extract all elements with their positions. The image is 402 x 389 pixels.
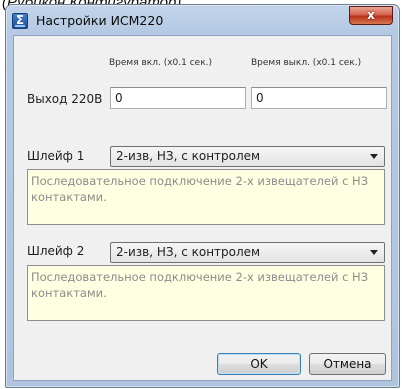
app-logo-icon: Σ	[12, 13, 28, 29]
loop2-select-value: 2-изв, НЗ, с контролем	[116, 245, 261, 259]
off-time-header: Время выкл. (x0.1 сек.)	[251, 58, 362, 68]
loop2-description: Последовательное подключение 2-х извещат…	[27, 265, 385, 321]
title-bar[interactable]: Σ Настройки ИСМ220 x	[6, 5, 399, 35]
loop2-label: Шлейф 2	[27, 244, 85, 258]
loop2-select[interactable]: 2-изв, НЗ, с контролем	[110, 242, 385, 263]
dialog-window: Σ Настройки ИСМ220 x Время вкл. (x0.1 се…	[5, 4, 400, 388]
dialog-body: Время вкл. (x0.1 сек.) Время выкл. (x0.1…	[13, 35, 392, 381]
ok-button[interactable]: OK	[217, 353, 301, 375]
loop1-select-value: 2-изв, НЗ, с контролем	[116, 149, 261, 163]
off-time-input[interactable]: 0	[251, 87, 387, 109]
window-title: Настройки ИСМ220	[36, 13, 164, 28]
on-time-input[interactable]: 0	[110, 87, 246, 109]
close-button[interactable]: x	[349, 6, 393, 25]
loop1-select[interactable]: 2-изв, НЗ, с контролем	[110, 146, 385, 167]
cancel-button[interactable]: Отмена	[309, 353, 386, 375]
loop1-description: Последовательное подключение 2-х извещат…	[27, 169, 385, 225]
loop1-label: Шлейф 1	[27, 149, 85, 163]
chevron-down-icon	[370, 250, 378, 255]
close-icon: x	[367, 8, 375, 22]
chevron-down-icon	[370, 154, 378, 159]
output-label: Выход 220В	[27, 92, 103, 106]
on-time-header: Время вкл. (x0.1 сек.)	[109, 58, 213, 68]
